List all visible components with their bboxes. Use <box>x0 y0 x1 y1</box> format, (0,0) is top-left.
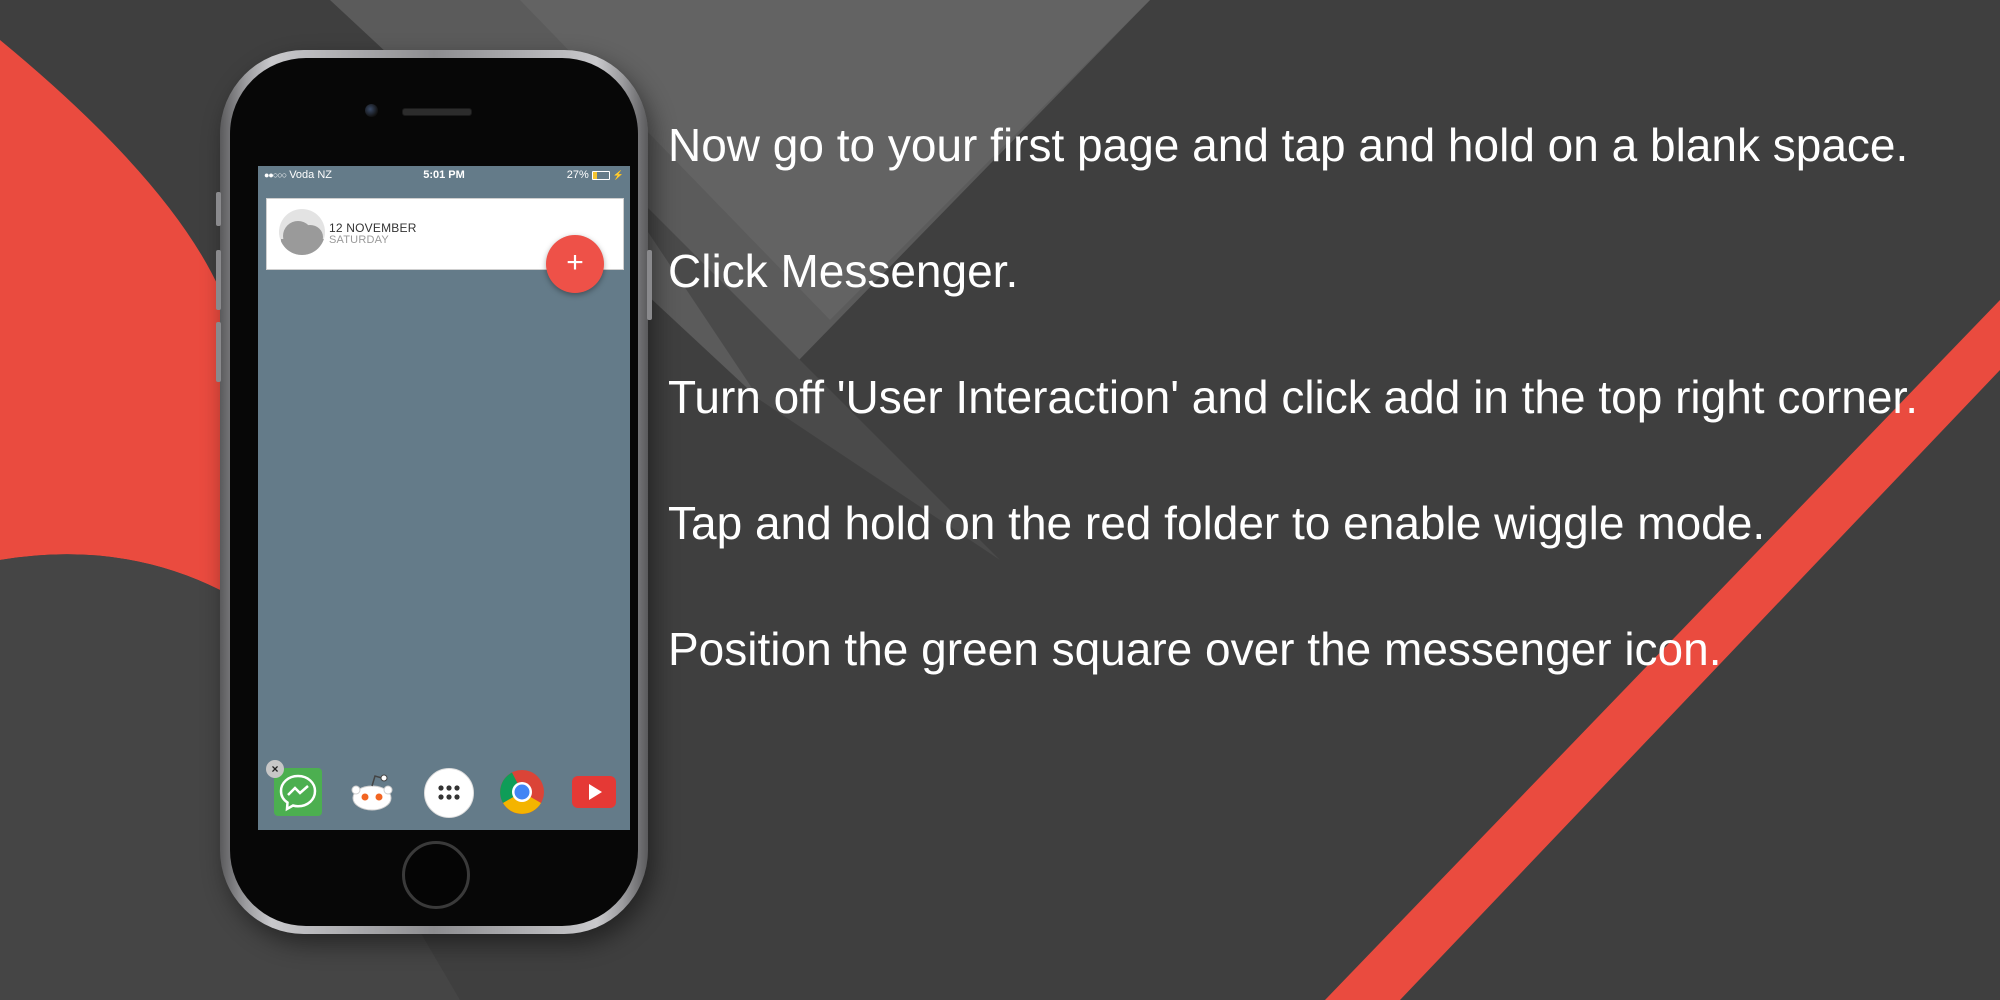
phone-mockup: ●●○○○ Voda NZ 5:01 PM 27% ⚡ 12 NOVEMBER … <box>216 50 652 934</box>
app-drawer-icon[interactable] <box>424 768 474 818</box>
battery-fill <box>592 171 598 179</box>
home-button[interactable] <box>402 841 470 909</box>
widget-day: SATURDAY <box>329 234 389 246</box>
chrome-icon[interactable] <box>498 768 546 816</box>
mute-switch <box>216 192 221 226</box>
battery-icon <box>591 170 610 180</box>
phone-bezel: ●●○○○ Voda NZ 5:01 PM 27% ⚡ 12 NOVEMBER … <box>230 58 638 926</box>
instruction-step-1: Now go to your first page and tap and ho… <box>668 119 1909 171</box>
status-bar: ●●○○○ Voda NZ 5:01 PM 27% ⚡ <box>258 166 630 184</box>
instructions: Now go to your first page and tap and ho… <box>668 113 1968 743</box>
delete-badge-icon[interactable]: × <box>266 760 284 778</box>
phone-screen: ●●○○○ Voda NZ 5:01 PM 27% ⚡ 12 NOVEMBER … <box>258 166 630 830</box>
charging-icon: ⚡ <box>612 169 624 180</box>
earpiece-speaker <box>402 108 472 116</box>
battery-status: 27% ⚡ <box>567 169 624 181</box>
front-camera <box>365 104 378 117</box>
instruction-step-4: Tap and hold on the red folder to enable… <box>668 497 1766 549</box>
app-dock: × <box>258 760 630 824</box>
instruction-step-2: Click Messenger. <box>668 245 1019 297</box>
instruction-step-5: Position the green square over the messe… <box>668 623 1722 675</box>
add-button[interactable]: + <box>546 235 604 293</box>
volume-down-button <box>216 322 221 382</box>
battery-percent: 27% <box>566 169 589 181</box>
youtube-icon[interactable] <box>570 768 618 816</box>
reddit-icon[interactable] <box>348 768 396 816</box>
instruction-step-3: Turn off 'User Interaction' and click ad… <box>668 371 1918 423</box>
weather-icon <box>279 209 325 255</box>
power-button <box>647 250 652 320</box>
widget-date: 12 NOVEMBER <box>329 221 417 235</box>
volume-up-button <box>216 250 221 310</box>
